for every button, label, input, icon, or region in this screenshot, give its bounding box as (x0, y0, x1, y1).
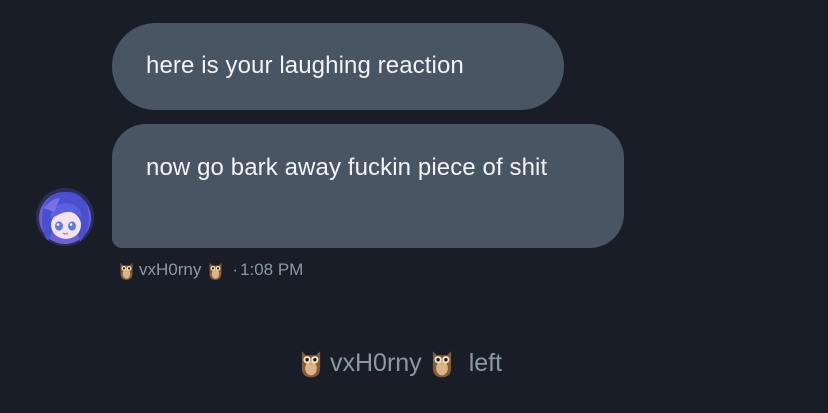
system-username[interactable]: vxH0rny (330, 349, 422, 378)
dm-conversation: here is your laughing reaction now go ba… (0, 0, 828, 413)
owl-icon (120, 262, 133, 280)
system-action: left (468, 348, 503, 377)
message-meta: vxH0rny · 1:08 PM (118, 257, 303, 283)
owl-icon (209, 262, 222, 280)
meta-separator: · (232, 260, 239, 279)
message-timestamp: 1:08 PM (240, 260, 304, 279)
sender-username[interactable]: vxH0rny (139, 260, 201, 280)
system-message: vxH0rny left (298, 343, 502, 383)
message-text: here is your laughing reaction (146, 52, 464, 79)
message-text: now go bark away fuckin piece of shit (146, 154, 548, 181)
message-bubble[interactable]: now go bark away fuckin piece of shit (112, 124, 624, 248)
message-bubble[interactable]: here is your laughing reaction (112, 23, 564, 110)
owl-icon (301, 351, 321, 378)
avatar-image (36, 188, 94, 246)
owl-icon (432, 351, 451, 378)
avatar[interactable] (36, 188, 94, 246)
